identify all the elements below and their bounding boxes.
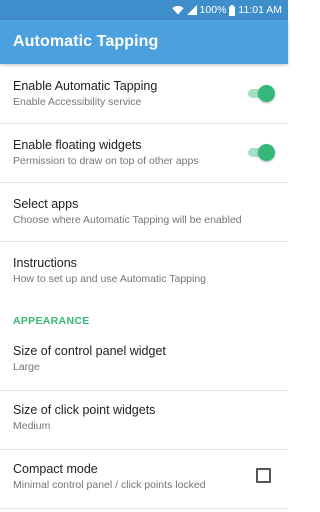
setting-subtitle: Permission to draw on top of other apps — [13, 155, 199, 167]
enable-floating-widgets-toggle[interactable] — [246, 144, 275, 161]
battery-percent: 100% — [199, 4, 227, 16]
setting-title: Enable Automatic Tapping — [13, 79, 158, 93]
setting-subtitle: How to set up and use Automatic Tapping — [13, 273, 207, 285]
clock: 11:01 AM — [238, 4, 282, 16]
setting-subtitle: Minimal control panel / click points loc… — [13, 479, 206, 491]
status-icons: 100% 11:01 AM — [171, 0, 282, 20]
setting-title: Size of click point widgets — [13, 403, 156, 417]
setting-enable-floating-widgets[interactable]: Enable floating widgets Permission to dr… — [0, 124, 288, 182]
setting-instructions[interactable]: Instructions How to set up and use Autom… — [0, 242, 288, 300]
battery-icon — [229, 4, 236, 16]
app-toolbar: Automatic Tapping — [0, 20, 288, 64]
setting-compact-mode[interactable]: Compact mode Minimal control panel / cli… — [0, 450, 288, 508]
setting-control-panel-size[interactable]: Size of control panel widget Large — [0, 332, 288, 390]
setting-title: Compact mode — [13, 462, 98, 476]
status-bar: 100% 11:01 AM — [0, 0, 288, 20]
section-header-appearance: APPEARANCE — [13, 315, 90, 327]
signal-icon — [186, 5, 197, 15]
enable-automatic-tapping-toggle[interactable] — [246, 85, 275, 102]
page-title: Automatic Tapping — [13, 33, 159, 50]
setting-subtitle: Medium — [13, 420, 51, 432]
setting-subtitle: Enable Accessibility service — [13, 96, 142, 108]
setting-subtitle: Choose where Automatic Tapping will be e… — [13, 214, 242, 226]
setting-subtitle: Large — [13, 361, 40, 373]
setting-enable-automatic-tapping[interactable]: Enable Automatic Tapping Enable Accessib… — [0, 64, 288, 123]
toggle-thumb — [258, 85, 275, 102]
divider — [0, 508, 288, 509]
wifi-icon — [171, 5, 184, 15]
toggle-thumb — [258, 144, 275, 161]
setting-title: Size of control panel widget — [13, 344, 166, 358]
setting-title: Select apps — [13, 197, 79, 211]
compact-mode-checkbox[interactable] — [256, 468, 271, 483]
setting-click-point-size[interactable]: Size of click point widgets Medium — [0, 391, 288, 449]
setting-title: Instructions — [13, 256, 77, 270]
setting-select-apps[interactable]: Select apps Choose where Automatic Tappi… — [0, 183, 288, 241]
setting-title: Enable floating widgets — [13, 138, 142, 152]
